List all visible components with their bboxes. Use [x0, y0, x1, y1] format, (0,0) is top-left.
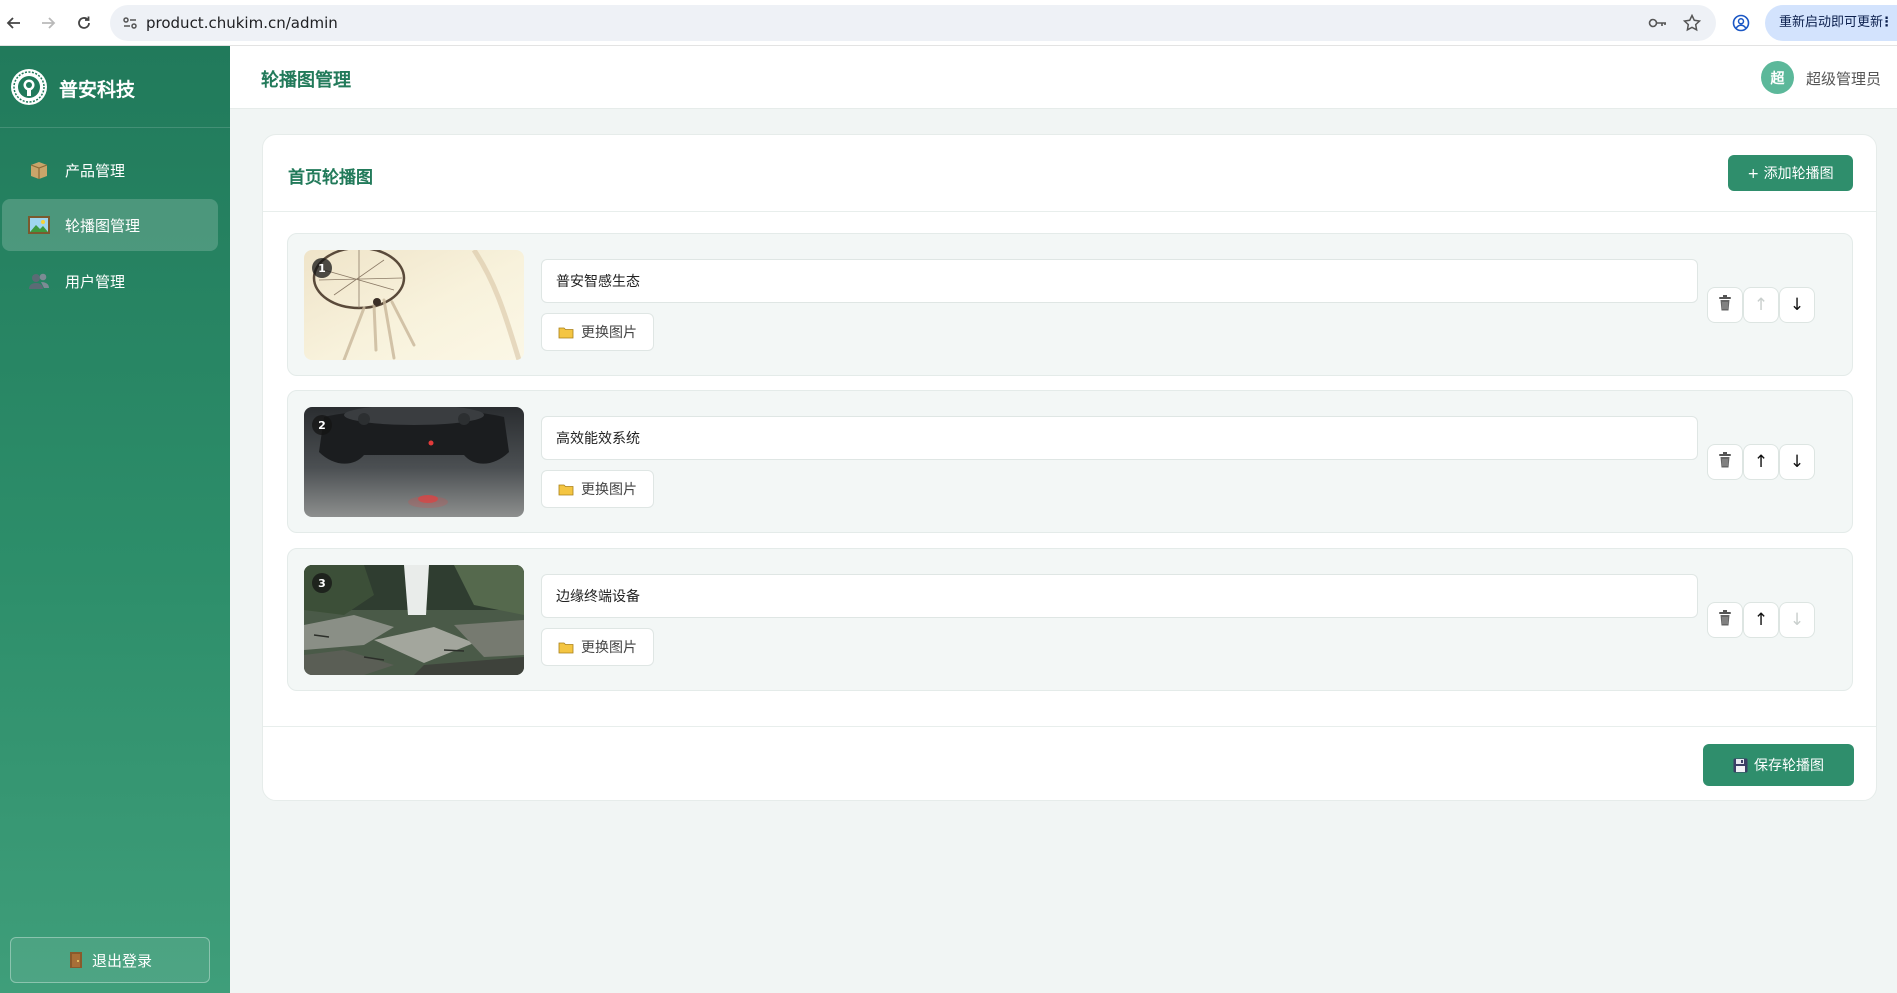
arrow-down-icon: ↓ [1789, 295, 1805, 315]
box-icon [27, 159, 51, 181]
arrow-up-icon: ↑ [1753, 610, 1769, 630]
url-text[interactable]: product.chukim.cn/admin [146, 5, 338, 41]
change-image-label: 更换图片 [581, 482, 637, 498]
slide-row: 2 更换图片 ↑ ↓ [287, 390, 1853, 533]
top-header: 轮播图管理 超 超级管理员 [230, 46, 1897, 109]
more-menu-icon[interactable]: ⋮ [1880, 5, 1893, 41]
arrow-down-icon: ↓ [1789, 610, 1805, 630]
arrow-down-icon: ↓ [1789, 452, 1805, 472]
sidebar-item-label: 轮播图管理 [65, 216, 141, 235]
change-image-button[interactable]: 更换图片 [541, 313, 654, 351]
change-image-label: 更换图片 [581, 325, 637, 341]
move-up-button[interactable]: ↑ [1743, 602, 1779, 638]
sidebar-item-label: 用户管理 [65, 272, 126, 291]
folder-icon [558, 483, 574, 496]
sidebar-item-products[interactable]: 产品管理 [2, 144, 218, 196]
image-icon [27, 214, 51, 236]
move-up-button[interactable]: ↑ [1743, 287, 1779, 323]
slide-title-input[interactable] [541, 259, 1698, 303]
trash-icon [1718, 294, 1732, 316]
sidebar-item-label: 产品管理 [65, 161, 126, 180]
brand-name: 普安科技 [59, 79, 136, 101]
password-key-icon[interactable] [1648, 13, 1668, 33]
card-title: 首页轮播图 [288, 168, 373, 188]
carousel-card: 首页轮播图 + 添加轮播图 1 普安智感生态 更换图片 ↑ ↓ 2 高效能效系统… [262, 134, 1877, 801]
sidebar-item-users[interactable]: 用户管理 [2, 255, 218, 307]
slide-thumbnail: 1 [304, 250, 524, 360]
move-up-button[interactable]: ↑ [1743, 444, 1779, 480]
browser-toolbar: product.chukim.cn/admin 重新启动即可更新 ⋮ [0, 0, 1897, 46]
trash-icon [1718, 451, 1732, 473]
slide-row: 1 更换图片 ↑ ↓ [287, 233, 1853, 376]
folder-icon [558, 641, 574, 654]
delete-button[interactable] [1707, 287, 1743, 323]
floppy-disk-icon [1733, 758, 1748, 773]
update-label: 重新启动即可更新 [1779, 15, 1884, 30]
user-name[interactable]: 超级管理员 [1806, 68, 1881, 89]
profile-icon[interactable] [1729, 11, 1753, 35]
sidebar-item-carousel[interactable]: 轮播图管理 [2, 199, 218, 251]
save-carousel-button[interactable]: 保存轮播图 [1703, 744, 1854, 786]
folder-icon [558, 326, 574, 339]
sidebar: 普安科技 产品管理 轮播图管理 用户管理 退出登录 [0, 46, 230, 993]
move-down-button[interactable]: ↓ [1779, 602, 1815, 638]
brand-logo-icon [10, 68, 48, 106]
logout-label: 退出登录 [91, 951, 152, 970]
move-down-button[interactable]: ↓ [1779, 444, 1815, 480]
forward-icon[interactable] [36, 11, 60, 35]
update-button[interactable]: 重新启动即可更新 ⋮ [1765, 5, 1897, 41]
card-header: 首页轮播图 + 添加轮播图 [263, 135, 1876, 212]
site-info-icon[interactable] [120, 13, 140, 33]
slide-title-input[interactable] [541, 416, 1698, 460]
delete-button[interactable] [1707, 602, 1743, 638]
slide-number-badge: 3 [312, 573, 332, 593]
move-down-button[interactable]: ↓ [1779, 287, 1815, 323]
change-image-button[interactable]: 更换图片 [541, 470, 654, 508]
door-icon [68, 951, 84, 969]
slide-number-badge: 1 [312, 258, 332, 278]
slide-row: 3 更换图片 ↑ ↓ [287, 548, 1853, 691]
avatar-initial: 超 [1770, 70, 1785, 87]
delete-button[interactable] [1707, 444, 1743, 480]
slide-title-input[interactable] [541, 574, 1698, 618]
avatar[interactable]: 超 [1761, 61, 1794, 94]
add-slide-button[interactable]: + 添加轮播图 [1728, 155, 1853, 191]
slide-thumbnail: 2 [304, 407, 524, 517]
logout-button[interactable]: 退出登录 [10, 937, 210, 983]
slide-number-badge: 2 [312, 415, 332, 435]
brand: 普安科技 [0, 46, 230, 128]
change-image-button[interactable]: 更换图片 [541, 628, 654, 666]
bookmark-star-icon[interactable] [1682, 13, 1702, 33]
reload-icon[interactable] [72, 11, 96, 35]
card-footer-divider [263, 726, 1876, 727]
slide-thumbnail: 3 [304, 565, 524, 675]
trash-icon [1718, 609, 1732, 631]
arrow-up-icon: ↑ [1753, 452, 1769, 472]
arrow-up-icon: ↑ [1753, 295, 1769, 315]
page-title: 轮播图管理 [261, 70, 351, 91]
users-icon [27, 270, 51, 292]
save-label: 保存轮播图 [1754, 758, 1824, 774]
address-bar[interactable]: product.chukim.cn/admin [110, 5, 1716, 41]
back-icon[interactable] [2, 11, 26, 35]
change-image-label: 更换图片 [581, 640, 637, 656]
